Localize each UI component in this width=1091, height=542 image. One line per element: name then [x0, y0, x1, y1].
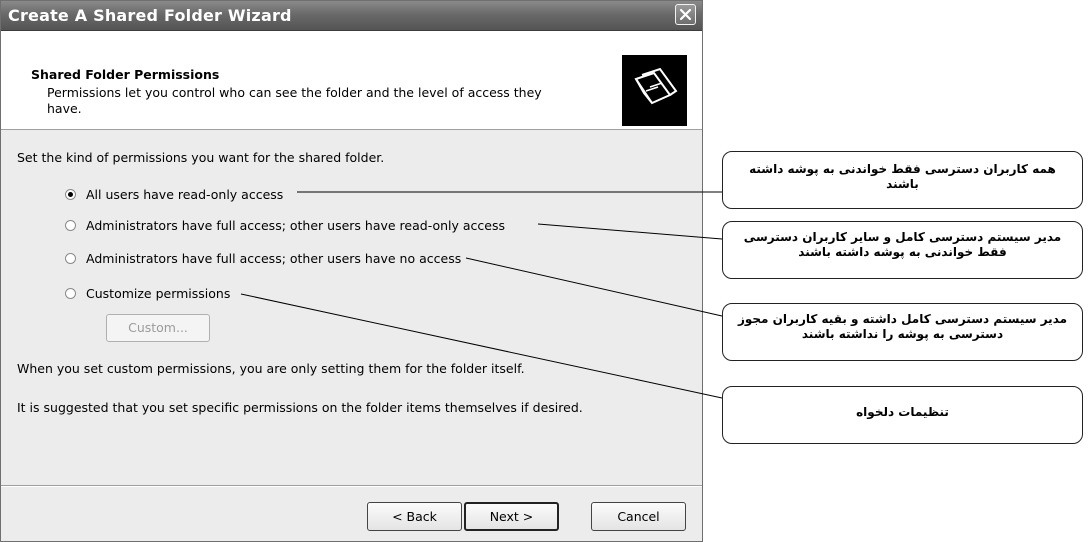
callout-text: مدیر سیستم دسترسی کامل و سایر کاربران دس… — [743, 230, 1062, 259]
callout-customize: تنظیمات دلخواه — [722, 386, 1083, 444]
callout-text: همه کاربران دسترسی فقط خواندنی به پوشه د… — [749, 162, 1056, 191]
callout-text: مدیر سیستم دسترسی کامل داشته و بقیه کارب… — [737, 312, 1068, 341]
callout-text: تنظیمات دلخواه — [856, 405, 949, 419]
callout-admin-full-others-none: مدیر سیستم دسترسی کامل داشته و بقیه کارب… — [722, 303, 1083, 361]
callout-admin-full-others-read: مدیر سیستم دسترسی کامل و سایر کاربران دس… — [722, 221, 1083, 279]
callout-read-only: همه کاربران دسترسی فقط خواندنی به پوشه د… — [722, 151, 1083, 209]
